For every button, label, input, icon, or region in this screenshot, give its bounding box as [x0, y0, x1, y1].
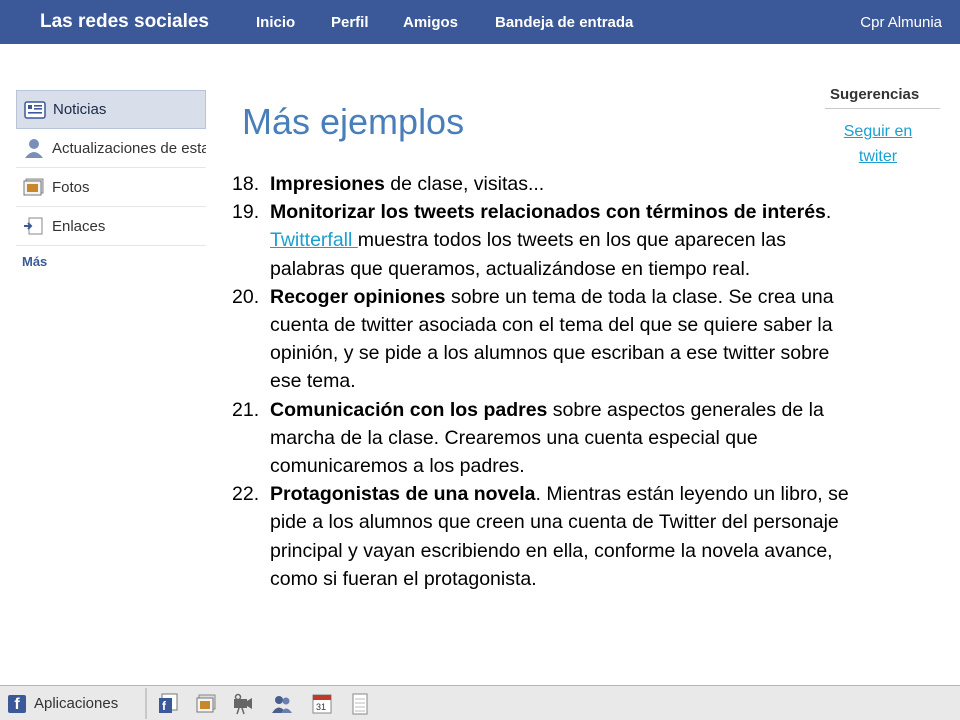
- nav-inicio[interactable]: Inicio: [256, 14, 295, 31]
- list-item: 21. Comunicación con los padres sobre as…: [232, 396, 852, 481]
- list-item: 18. Impresiones de clase, visitas...: [232, 170, 852, 198]
- list-item: 20. Recoger opiniones sobre un tema de t…: [232, 283, 852, 396]
- nav-perfil[interactable]: Perfil: [331, 14, 369, 31]
- item-bold-heading: Comunicación con los padres: [270, 398, 548, 421]
- pages-icon[interactable]: f: [157, 693, 179, 715]
- examples-list: 18. Impresiones de clase, visitas... 19.…: [232, 170, 852, 593]
- top-navigation-bar: Las redes sociales Inicio Perfil Amigos …: [0, 0, 960, 44]
- sidebar-item-actualizaciones[interactable]: Actualizaciones de estado: [16, 129, 206, 168]
- left-sidebar: Noticias Actualizaciones de estado Fotos…: [16, 90, 206, 269]
- brand-logo[interactable]: Las redes sociales: [40, 11, 209, 33]
- photos-icon[interactable]: [195, 693, 217, 715]
- item-number: 19.: [232, 201, 260, 224]
- item-number: 18.: [232, 173, 260, 195]
- item-number: 21.: [232, 398, 260, 421]
- calendar-icon[interactable]: 31: [311, 693, 333, 715]
- item-bold-heading: Recoger opiniones: [270, 285, 446, 308]
- sidebar-item-noticias[interactable]: Noticias: [16, 90, 206, 129]
- twitterfall-link[interactable]: Twitterfall: [270, 229, 358, 251]
- friends-icon[interactable]: [271, 693, 293, 715]
- sidebar-item-label: Noticias: [53, 101, 107, 118]
- notes-icon[interactable]: [349, 693, 371, 715]
- sidebar-item-enlaces[interactable]: Enlaces: [16, 207, 206, 246]
- list-item: 19. Monitorizar los tweets relacionados …: [232, 198, 852, 283]
- suggestions-heading: Sugerencias: [830, 86, 920, 103]
- page-title: Más ejemplos: [242, 101, 465, 142]
- item-number: 20.: [232, 285, 260, 308]
- facebook-logo-icon: f: [8, 695, 26, 713]
- sidebar-item-label: Actualizaciones de estado: [52, 139, 206, 157]
- news-feed-icon: [24, 101, 46, 119]
- applications-menu-button[interactable]: Aplicaciones: [34, 695, 118, 712]
- item-bold-heading: Protagonistas de una novela: [270, 483, 536, 506]
- sidebar-more-link[interactable]: Más: [16, 254, 206, 269]
- item-text: .: [825, 201, 832, 224]
- seguir-en-twiter-link[interactable]: Seguir en twiter: [826, 119, 930, 169]
- nav-amigos[interactable]: Amigos: [403, 14, 458, 31]
- bottom-application-bar: f Aplicaciones f 31: [0, 685, 960, 720]
- item-bold-heading: Monitorizar los tweets relacionados con …: [270, 201, 826, 224]
- nav-bandeja-de-entrada[interactable]: Bandeja de entrada: [495, 14, 633, 31]
- sidebar-item-fotos[interactable]: Fotos: [16, 168, 206, 207]
- item-text: de clase, visitas...: [384, 173, 545, 195]
- sidebar-item-label: Enlaces: [52, 217, 106, 235]
- suggestions-divider: [825, 108, 940, 109]
- links-icon: [24, 217, 43, 235]
- item-number: 22.: [232, 483, 260, 506]
- list-item: 22. Protagonistas de una novela. Mientra…: [232, 480, 852, 593]
- video-icon[interactable]: [232, 693, 254, 715]
- calendar-day: 31: [316, 702, 326, 712]
- status-updates-icon: [25, 139, 43, 158]
- sidebar-item-label: Fotos: [52, 178, 90, 196]
- item-bold-heading: Impresiones: [270, 173, 385, 195]
- user-account-link[interactable]: Cpr Almunia: [860, 14, 942, 31]
- photos-icon: [23, 178, 44, 196]
- bottom-bar-divider: [145, 688, 147, 719]
